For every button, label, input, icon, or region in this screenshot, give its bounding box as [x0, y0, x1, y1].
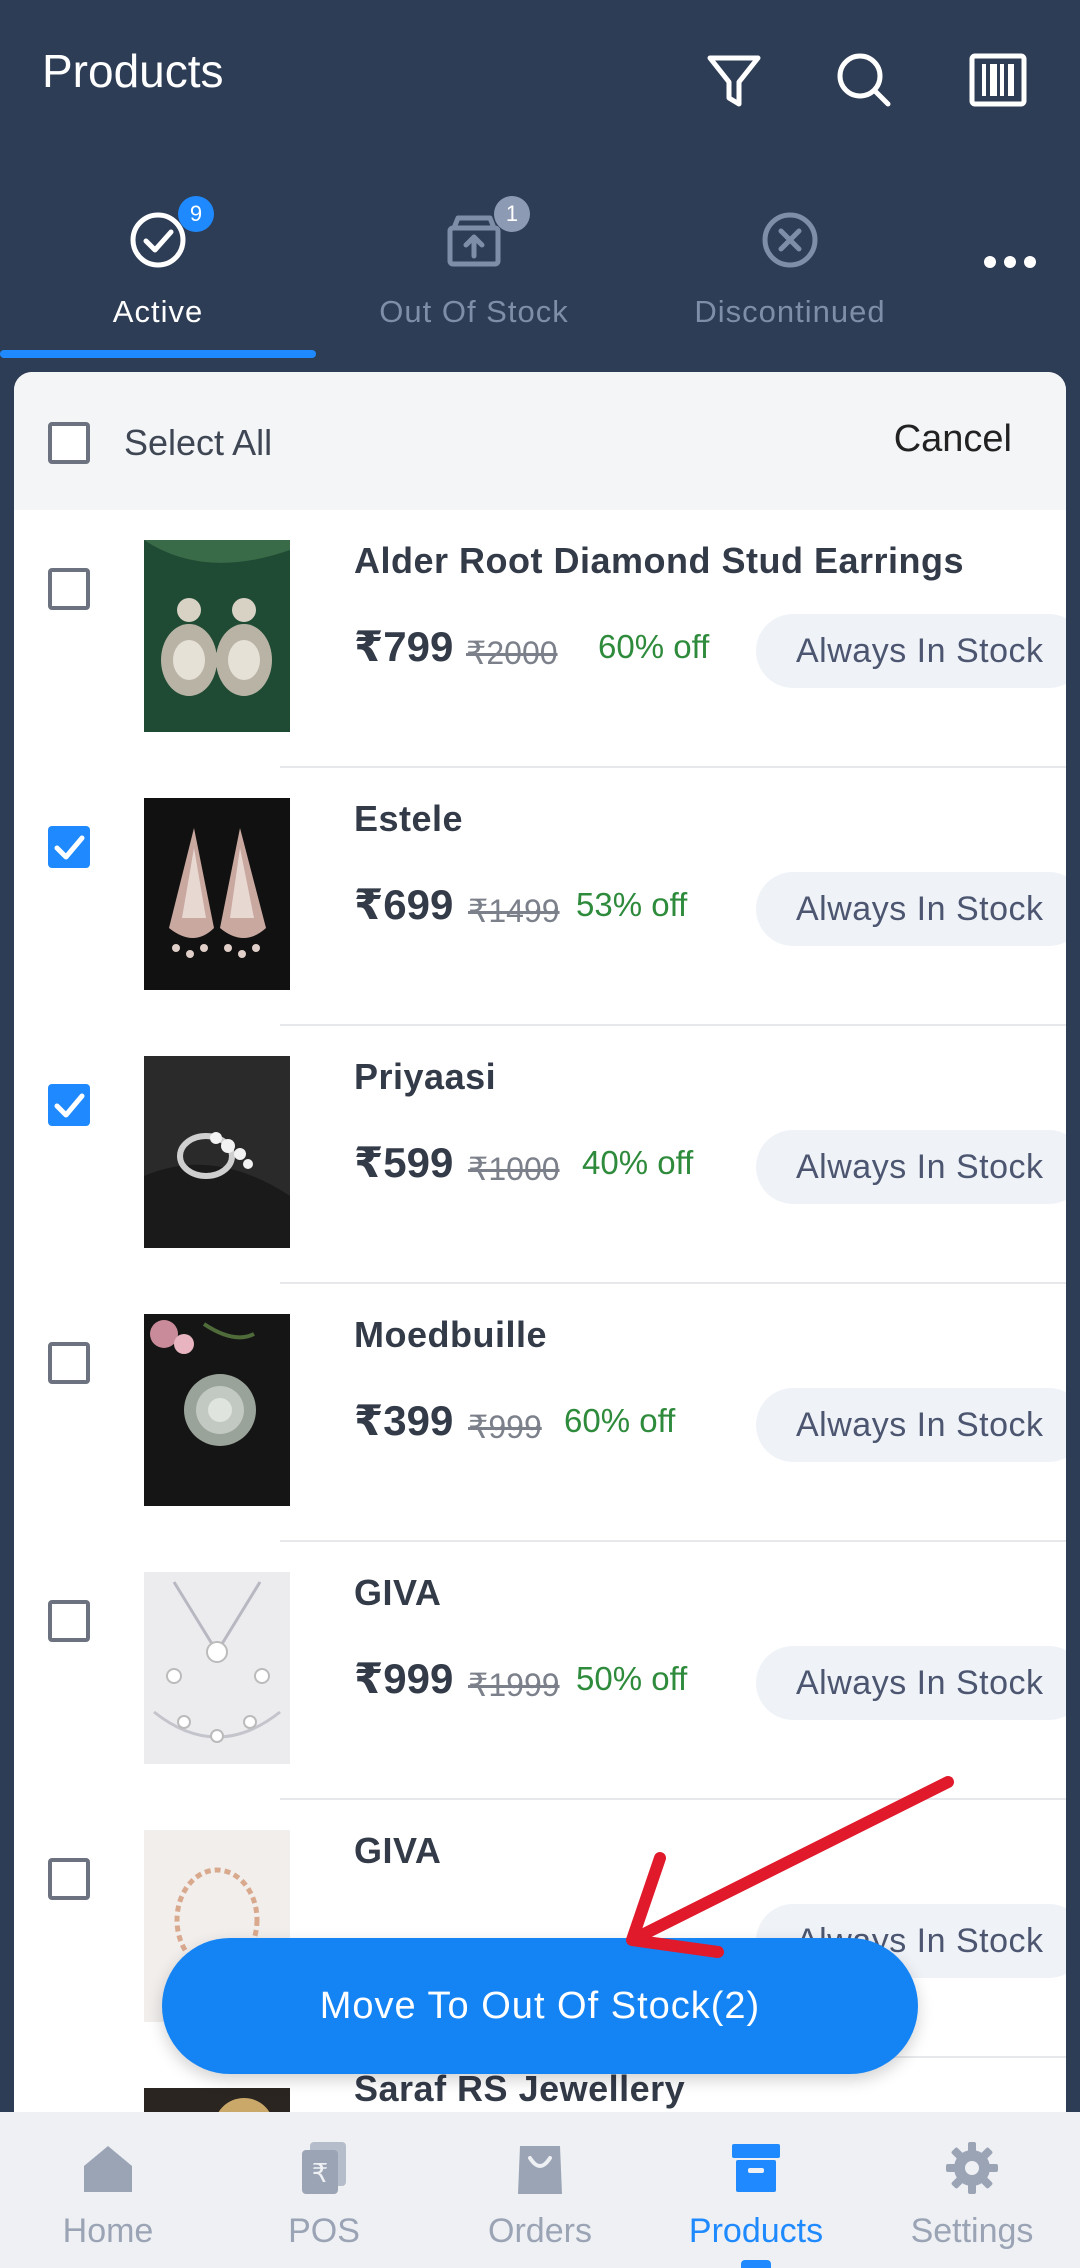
row-checkbox[interactable] — [48, 1084, 90, 1126]
annotation-arrow-icon — [600, 1770, 960, 1980]
product-name: Estele — [354, 798, 464, 839]
product-row[interactable]: Estele ₹699 ₹1499 53% off Always In Stoc… — [14, 768, 1066, 1026]
row-checkbox[interactable] — [48, 1342, 90, 1384]
tab-active[interactable]: 9 Active — [0, 190, 316, 360]
product-price: ₹399 — [354, 1397, 454, 1444]
product-discount: 40% off — [582, 1144, 694, 1181]
stock-status-badge[interactable]: Always In Stock — [756, 614, 1066, 688]
stock-status-badge[interactable]: Always In Stock — [756, 1388, 1066, 1462]
product-thumbnail — [144, 1572, 290, 1764]
product-mrp: ₹1499 — [468, 893, 560, 929]
product-discount: 50% off — [576, 1660, 688, 1697]
x-circle-icon — [760, 210, 820, 270]
cancel-button[interactable]: Cancel — [894, 418, 1012, 461]
product-thumbnail — [144, 1056, 290, 1248]
product-row[interactable]: GIVA ₹999 ₹1999 50% off Always In Stock — [14, 1542, 1066, 1800]
product-name: GIVA — [354, 1572, 442, 1613]
stock-status-badge[interactable]: Always In Stock — [756, 872, 1066, 946]
tab-label: Active — [112, 294, 204, 329]
product-discount: 53% off — [576, 886, 688, 923]
pos-icon: ₹ — [296, 2140, 352, 2196]
product-name: Moedbuille — [354, 1314, 547, 1355]
product-thumbnail — [144, 1314, 290, 1506]
nav-label: Home — [62, 2212, 154, 2250]
row-checkbox[interactable] — [48, 1600, 90, 1642]
product-price: ₹699 — [354, 881, 454, 928]
product-row[interactable]: Priyaasi ₹599 ₹1000 40% off Always In St… — [14, 1026, 1066, 1284]
tab-badge: 9 — [178, 196, 214, 232]
select-bar: Select All Cancel — [14, 372, 1066, 510]
product-price: ₹999 — [354, 1655, 454, 1702]
tab-out-of-stock[interactable]: 1 Out Of Stock — [316, 190, 632, 360]
product-name: GIVA — [354, 1830, 442, 1871]
tab-label: Discontinued — [694, 294, 886, 329]
gear-icon — [944, 2140, 1000, 2196]
product-mrp: ₹1999 — [468, 1667, 560, 1703]
product-mrp: ₹2000 — [466, 635, 558, 671]
product-discount: 60% off — [564, 1402, 676, 1439]
page-title: Products — [42, 45, 224, 97]
product-mrp: ₹999 — [468, 1409, 542, 1445]
product-thumbnail — [144, 540, 290, 732]
nav-label: Products — [688, 2212, 824, 2250]
tab-badge: 1 — [494, 196, 530, 232]
product-thumbnail — [144, 2088, 290, 2112]
orders-bag-icon — [512, 2140, 568, 2196]
nav-label: POS — [288, 2212, 360, 2250]
select-all-checkbox[interactable] — [48, 422, 90, 464]
product-mrp: ₹1000 — [468, 1151, 560, 1187]
tab-discontinued[interactable]: Discontinued — [632, 190, 948, 360]
home-icon — [80, 2140, 136, 2196]
product-name: Priyaasi — [354, 1056, 497, 1097]
active-nav-indicator — [741, 2260, 771, 2268]
tab-label: Out Of Stock — [379, 294, 569, 329]
nav-orders[interactable]: Orders — [432, 2112, 648, 2268]
nav-label: Settings — [910, 2212, 1034, 2250]
row-checkbox[interactable] — [48, 568, 90, 610]
nav-settings[interactable]: Settings — [864, 2112, 1080, 2268]
product-thumbnail — [144, 798, 290, 990]
app-header: Products 9 Active 1 Out Of Stock Discont… — [0, 0, 1080, 360]
select-all-label: Select All — [124, 422, 273, 463]
more-options-icon[interactable] — [982, 250, 1038, 274]
nav-label: Orders — [488, 2212, 592, 2250]
nav-home[interactable]: Home — [0, 2112, 216, 2268]
nav-pos[interactable]: ₹ POS — [216, 2112, 432, 2268]
product-name: Saraf RS Jewellery — [354, 2068, 686, 2109]
filter-icon[interactable] — [704, 50, 764, 110]
row-checkbox[interactable] — [48, 826, 90, 868]
product-row[interactable]: Moedbuille ₹399 ₹999 60% off Always In S… — [14, 1284, 1066, 1542]
search-icon[interactable] — [834, 50, 894, 110]
bottom-navigation: Home ₹ POS Orders Products Settings — [0, 2112, 1080, 2268]
stock-status-badge[interactable]: Always In Stock — [756, 1646, 1066, 1720]
product-discount: 60% off — [598, 628, 710, 665]
product-name: Alder Root Diamond Stud Earrings — [354, 540, 965, 581]
svg-text:₹: ₹ — [312, 2159, 329, 2189]
nav-products[interactable]: Products — [648, 2112, 864, 2268]
active-tab-indicator — [0, 350, 316, 358]
products-box-icon — [728, 2140, 784, 2196]
row-checkbox[interactable] — [48, 1858, 90, 1900]
product-price: ₹599 — [354, 1139, 454, 1186]
product-price: ₹799 — [354, 623, 454, 670]
barcode-icon[interactable] — [968, 50, 1028, 110]
stock-status-badge[interactable]: Always In Stock — [756, 1130, 1066, 1204]
product-row[interactable]: Alder Root Diamond Stud Earrings ₹799 ₹2… — [14, 510, 1066, 768]
